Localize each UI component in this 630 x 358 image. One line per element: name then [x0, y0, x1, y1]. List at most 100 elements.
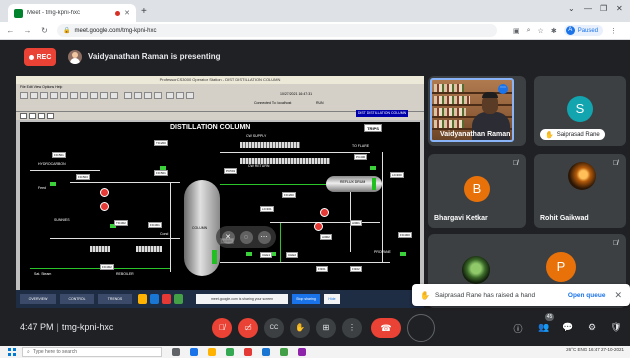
instrument-tag[interactable]: CHE2: [286, 252, 299, 258]
tile-more-icon[interactable]: ⋯: [498, 84, 508, 94]
leave-call-button[interactable]: ☎: [371, 318, 401, 338]
url-text: meet.google.com/tmg-kpni-hxc: [74, 27, 157, 34]
valve-icon[interactable]: [370, 166, 376, 170]
present-button[interactable]: ⊞: [316, 318, 336, 338]
valve-icon[interactable]: [50, 182, 56, 186]
chat-icon[interactable]: 💬: [562, 322, 574, 333]
tab-close-icon[interactable]: ✕: [124, 9, 130, 17]
app-icon[interactable]: [280, 348, 288, 356]
instrument-tag[interactable]: FIC503: [76, 174, 90, 180]
product-pump-icon[interactable]: [314, 222, 323, 231]
raise-hand-button[interactable]: ✋: [290, 318, 310, 338]
toast-close-icon[interactable]: ✕: [614, 290, 622, 301]
reflux-pump-icon[interactable]: [320, 208, 329, 217]
task-view-icon[interactable]: [172, 348, 180, 356]
shared-toolbar: 10/27/2021 16:47:31 Connected To: localh…: [16, 90, 424, 112]
chrome-icon[interactable]: [226, 348, 234, 356]
feed-label: Feed: [38, 186, 46, 190]
stop-sharing-button[interactable]: Stop sharing: [292, 294, 320, 304]
activities-icon[interactable]: ⚙: [586, 322, 598, 333]
windows-start-icon[interactable]: [8, 348, 16, 356]
instrument-tag[interactable]: LIC301: [260, 206, 274, 212]
instrument-tag[interactable]: TIC200: [154, 140, 168, 146]
instrument-tag[interactable]: CHE1: [260, 252, 273, 258]
reboiler-exchanger: [136, 246, 162, 252]
shared-task-overview: OVERVIEW: [20, 294, 56, 304]
instrument-tag[interactable]: FIC200: [282, 192, 296, 198]
zoom-icon[interactable]: ⌕: [527, 27, 531, 35]
raised-hand-toast: ✋ Saiprasad Rane has raised a hand Open …: [412, 284, 630, 306]
explorer-icon[interactable]: [208, 348, 216, 356]
overlay-more-icon[interactable]: ⋯: [257, 230, 271, 244]
host-controls-icon[interactable]: 🛡: [610, 322, 622, 333]
participant-tile-saiprasad[interactable]: S ✋ Saiprasad Rane: [534, 76, 626, 146]
instrument-tag[interactable]: FIC301: [148, 222, 162, 228]
hide-sharing-button[interactable]: Hide: [324, 294, 340, 304]
minimize-button[interactable]: —: [584, 4, 592, 13]
reload-icon[interactable]: ↻: [40, 26, 49, 35]
meeting-code: tmg-kpni-hxc: [61, 322, 114, 332]
overlay-cam-off-icon[interactable]: ◌: [239, 230, 253, 244]
feed-pump-icon[interactable]: [100, 188, 109, 197]
instrument-tag[interactable]: AI001: [350, 220, 362, 226]
meeting-details-icon[interactable]: ⓘ: [512, 322, 524, 335]
camera-permission-icon[interactable]: ▣: [513, 27, 520, 35]
menu-kebab-icon[interactable]: ⋮: [610, 27, 617, 35]
drum-label: REFLUX DRUM: [340, 180, 366, 184]
app-icon[interactable]: [244, 348, 252, 356]
instrument-tag[interactable]: FI301: [316, 266, 328, 272]
reflux-drum[interactable]: [326, 176, 382, 192]
url-omnibox[interactable]: 🔒 meet.google.com/tmg-kpni-hxc: [57, 24, 497, 37]
more-options-button[interactable]: ⋮: [342, 318, 362, 338]
app-icon[interactable]: [262, 348, 270, 356]
tab-search-icon[interactable]: ⌄: [568, 4, 575, 13]
people-icon[interactable]: 👥: [538, 322, 550, 333]
open-queue-button[interactable]: Open queue: [568, 292, 606, 299]
column-label: COLUMN: [192, 226, 208, 230]
rec-label: REC: [36, 53, 52, 61]
app-icon[interactable]: [298, 348, 306, 356]
back-icon[interactable]: ←: [6, 26, 15, 35]
instrument-tag[interactable]: PC501: [224, 168, 238, 174]
instrument-tag[interactable]: TIC302: [114, 220, 128, 226]
participant-tile-rohit[interactable]: 🎙̸ Rohit Gaikwad: [534, 154, 626, 228]
raised-hand-icon: ✋: [420, 290, 430, 300]
instrument-tag[interactable]: FIC501: [154, 170, 168, 176]
participant-tile-bhargavi[interactable]: 🎙̸ B Bhargavi Ketkar: [428, 154, 526, 228]
participant-name: Saiprasad Rane: [556, 131, 600, 138]
extensions-icon[interactable]: ✱: [551, 27, 557, 35]
trips-button[interactable]: TRIPS: [364, 124, 382, 132]
edge-icon[interactable]: [190, 348, 198, 356]
instrument-tag[interactable]: FIC300: [398, 232, 412, 238]
recording-badge[interactable]: REC: [24, 48, 56, 66]
instrument-tag[interactable]: AI002: [320, 234, 332, 240]
mic-toggle-button[interactable]: 🎙̸: [212, 318, 232, 338]
search-icon: ⌕: [27, 349, 30, 355]
captions-button[interactable]: CC: [264, 318, 284, 338]
close-window-button[interactable]: ✕: [616, 4, 623, 13]
valve-icon[interactable]: [400, 252, 406, 256]
feed-pump-2-icon[interactable]: [100, 202, 109, 211]
participant-tile-presenter[interactable]: ⋯ Vaidyanathan Raman: [428, 76, 526, 146]
instrument-tag[interactable]: FI302: [350, 266, 362, 272]
new-tab-button[interactable]: +: [141, 6, 147, 18]
profile-button[interactable]: A Paused: [563, 25, 604, 36]
to-flare-label: TO FLARE: [352, 144, 370, 148]
instrument-tag[interactable]: FIC302: [100, 264, 114, 270]
recording-indicator-icon: [115, 10, 121, 16]
bookmark-star-icon[interactable]: ☆: [538, 27, 544, 35]
maximize-button[interactable]: ❐: [600, 4, 607, 13]
shared-taskbar: OVERVIEW CONTROL TRENDS meet.google.com …: [16, 290, 424, 308]
lock-icon[interactable]: 🔒: [63, 27, 70, 34]
browser-tab[interactable]: Meet - tmg-kpni-hxc ✕: [8, 4, 136, 22]
forward-icon[interactable]: →: [23, 26, 32, 35]
instrument-tag[interactable]: LIC300: [390, 172, 404, 178]
instrument-tag[interactable]: PC400: [354, 154, 368, 160]
instrument-tag[interactable]: FIC501: [52, 152, 66, 158]
overlay-mic-off-icon[interactable]: ✕: [221, 230, 235, 244]
taskbar-search[interactable]: ⌕ Type here to search: [22, 347, 162, 357]
camera-toggle-button[interactable]: ▭̸: [238, 318, 258, 338]
profile-avatar: A: [565, 26, 575, 35]
browser-tabstrip: Meet - tmg-kpni-hxc ✕ + ⌄ — ❐ ✕: [0, 0, 630, 22]
valve-icon[interactable]: [246, 252, 252, 256]
